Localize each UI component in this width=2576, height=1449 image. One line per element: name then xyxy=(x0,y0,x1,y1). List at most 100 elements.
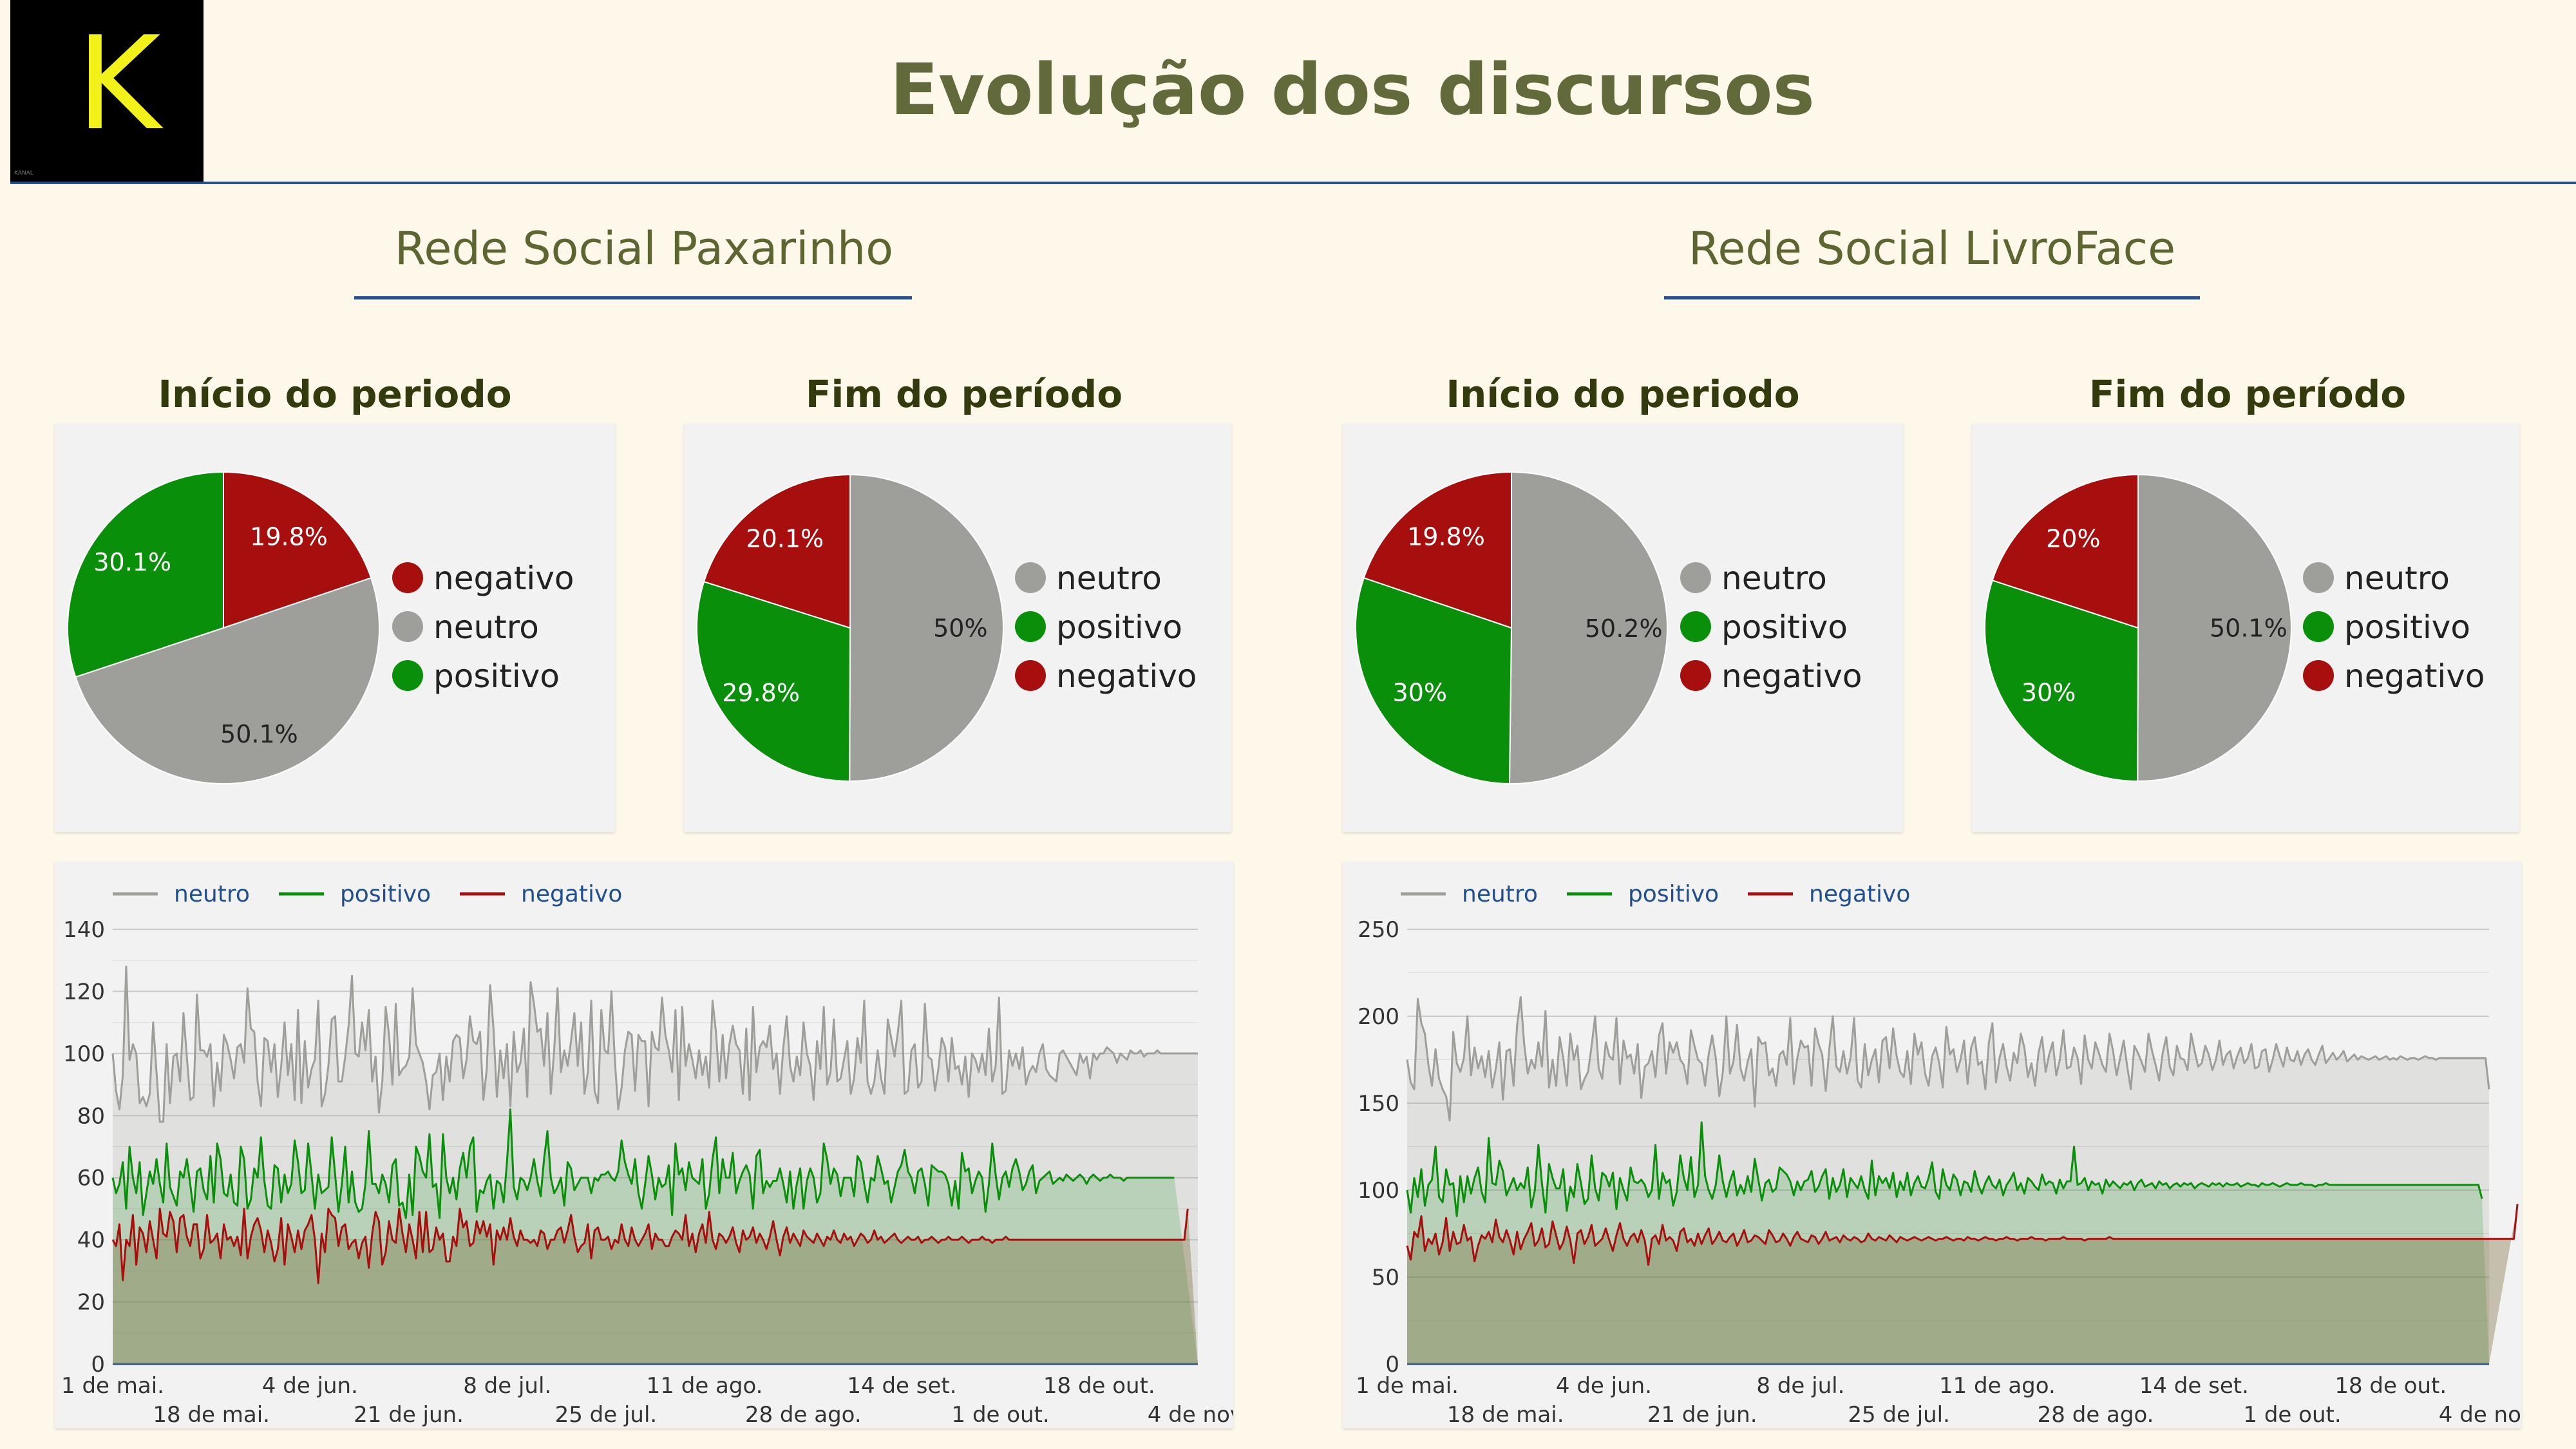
ts-legend-label-positivo[interactable]: positivo xyxy=(340,881,431,907)
logo-letter: K xyxy=(76,9,161,159)
legend-dot-negativo xyxy=(1015,660,1046,691)
slice-label-neutro: 50.1% xyxy=(2210,614,2287,642)
legend-label-neutro: neutro xyxy=(1056,560,1162,597)
pie-panel-paxarinho-start: 19.8% 50.1% 30.1% negativo neutro positivo xyxy=(55,423,615,832)
x-tick-label: 25 de jul. xyxy=(1848,1402,1950,1428)
x-tick-label: 28 de ago. xyxy=(745,1402,862,1428)
slice-label-neutro: 50% xyxy=(933,614,987,642)
section-title-paxarinho: Rede Social Paxarinho xyxy=(394,222,894,275)
pie-heading-livroface-end: Fim do período xyxy=(2088,372,2407,416)
legend-dot-positivo xyxy=(2303,611,2334,642)
x-tick-label: 21 de jun. xyxy=(1647,1402,1757,1428)
x-tick-label: 4 de jun. xyxy=(262,1373,358,1399)
legend-dot-neutro xyxy=(1015,562,1046,593)
x-tick-label: 14 de set. xyxy=(847,1373,956,1399)
legend-dot-neutro xyxy=(2303,562,2334,593)
legend-label-positivo: positivo xyxy=(433,658,560,695)
legend-dot-negativo xyxy=(2303,660,2334,691)
legend-label-positivo: positivo xyxy=(1056,609,1182,646)
legend-dot-neutro xyxy=(392,611,423,642)
ts-legend-label-neutro[interactable]: neutro xyxy=(1462,881,1538,907)
brand-logo: K KANAL xyxy=(10,0,204,182)
legend-dot-neutro xyxy=(1680,562,1711,593)
x-tick-label: 18 de out. xyxy=(1043,1373,1155,1399)
pie-panel-livroface-start: 50.2% 30% 19.8% neutro positivo negativo xyxy=(1343,423,1903,832)
slice-label-positivo: 30% xyxy=(1393,679,1447,707)
x-tick-label: 11 de ago. xyxy=(1939,1373,2056,1399)
legend-label-neutro: neutro xyxy=(433,609,539,646)
y-tick-label: 140 xyxy=(63,917,105,943)
x-tick-label: 1 de mai. xyxy=(1356,1373,1459,1399)
x-tick-label: 21 de jun. xyxy=(354,1402,464,1428)
x-tick-label: 4 de nov. xyxy=(1148,1402,1233,1428)
slice-label-neutro: 50.1% xyxy=(220,720,298,748)
legend-label-negativo: negativo xyxy=(1721,658,1862,695)
x-tick-label: 11 de ago. xyxy=(647,1373,763,1399)
x-tick-label: 25 de jul. xyxy=(555,1402,658,1428)
x-tick-label: 8 de jul. xyxy=(1756,1373,1844,1399)
slice-label-positivo: 30% xyxy=(2022,678,2076,706)
legend-label-negativo: negativo xyxy=(1056,658,1197,695)
legend-dot-positivo xyxy=(1680,611,1711,642)
pie-panel-livroface-end: 50.1% 30% 20% neutro positivo negativo xyxy=(1972,423,2519,832)
slice-label-negativo: 19.8% xyxy=(250,522,328,551)
slice-label-neutro: 50.2% xyxy=(1585,614,1663,643)
x-tick-label: 1 de out. xyxy=(2243,1402,2341,1428)
timeseries-panel-paxarinho: 0 20 40 60 80 100 120 140 1 de mai. 4 de jun. 8 de… xyxy=(55,862,1233,1428)
y-tick-label: 60 xyxy=(77,1166,105,1191)
section-title-livroface: Rede Social LivroFace xyxy=(1688,222,2176,275)
logo-small-text: KANAL xyxy=(14,170,33,176)
x-tick-label: 18 de out. xyxy=(2334,1373,2447,1399)
y-tick-label: 100 xyxy=(63,1041,105,1067)
y-tick-label: 20 xyxy=(77,1290,105,1316)
ts-legend-label-negativo[interactable]: negativo xyxy=(521,881,622,907)
legend-dot-negativo xyxy=(1680,660,1711,691)
header-divider xyxy=(10,182,2576,184)
ts-legend-label-positivo[interactable]: positivo xyxy=(1628,881,1719,907)
pie-heading-paxarinho-end: Fim do período xyxy=(805,372,1123,416)
legend-dot-positivo xyxy=(392,660,423,691)
x-tick-label: 18 de mai. xyxy=(153,1402,270,1428)
pie-chart-paxarinho-start: 19.8% 50.1% 30.1% negativo neutro positivo xyxy=(67,471,574,784)
y-tick-label: 200 xyxy=(1358,1004,1399,1030)
x-tick-label: 14 de set. xyxy=(2139,1373,2249,1399)
y-tick-label: 150 xyxy=(1358,1091,1399,1117)
y-tick-label: 40 xyxy=(77,1227,105,1253)
timeseries-panel-livroface: 0 50 100 150 200 250 1 de mai. 4 de jun. 8 de ju… xyxy=(1343,862,2521,1428)
page-title: Evolução dos discursos xyxy=(889,48,1815,131)
section-underline-livroface xyxy=(1664,296,2200,299)
legend-label-negativo: negativo xyxy=(2344,658,2485,695)
pie-chart-livroface-start: 50.2% 30% 19.8% neutro positivo negativo xyxy=(1355,471,1862,784)
slice-label-negativo: 19.8% xyxy=(1407,522,1485,551)
legend-label-neutro: neutro xyxy=(1721,560,1827,597)
y-tick-label: 250 xyxy=(1358,917,1399,943)
slice-label-positivo: 29.8% xyxy=(722,679,800,707)
slice-label-negativo: 20% xyxy=(2046,524,2100,553)
x-tick-label: 8 de jul. xyxy=(463,1373,551,1399)
legend-label-negativo: negativo xyxy=(433,560,574,597)
pie-heading-paxarinho-start: Início do periodo xyxy=(158,372,512,416)
ts-legend-label-negativo[interactable]: negativo xyxy=(1809,881,1910,907)
pie-chart-livroface-end: 50.1% 30% 20% neutro positivo negativo xyxy=(1984,473,2485,782)
x-tick-label: 1 de out. xyxy=(952,1402,1050,1428)
x-tick-label: 4 de jun. xyxy=(1556,1373,1652,1399)
legend-label-positivo: positivo xyxy=(1721,609,1848,646)
ts-legend-label-neutro[interactable]: neutro xyxy=(174,881,250,907)
y-tick-label: 50 xyxy=(1372,1265,1399,1291)
slice-label-negativo: 20.1% xyxy=(746,525,824,553)
x-tick-label: 28 de ago. xyxy=(2038,1402,2154,1428)
legend-dot-negativo xyxy=(392,562,423,593)
x-tick-label: 1 de mai. xyxy=(61,1373,164,1399)
timeseries-chart-paxarinho: 0204060801001201401 de mai. 4 de jun. 8 de… xyxy=(61,881,1233,1428)
y-tick-label: 100 xyxy=(1358,1178,1399,1204)
y-tick-label: 120 xyxy=(63,979,105,1005)
x-tick-label: 4 de nov. xyxy=(2439,1402,2521,1428)
y-tick-label: 80 xyxy=(77,1103,105,1129)
legend-label-positivo: positivo xyxy=(2344,609,2470,646)
section-underline-paxarinho xyxy=(354,296,912,299)
legend-dot-positivo xyxy=(1015,611,1046,642)
pie-panel-paxarinho-end: 50% 29.8% 20.1% neutro positivo negativo xyxy=(684,423,1231,832)
timeseries-chart-livroface: 0501001502002501 de mai. 4 de jun. 8 de ju… xyxy=(1356,881,2521,1428)
legend-label-neutro: neutro xyxy=(2344,560,2450,597)
x-tick-label: 18 de mai. xyxy=(1447,1402,1564,1428)
